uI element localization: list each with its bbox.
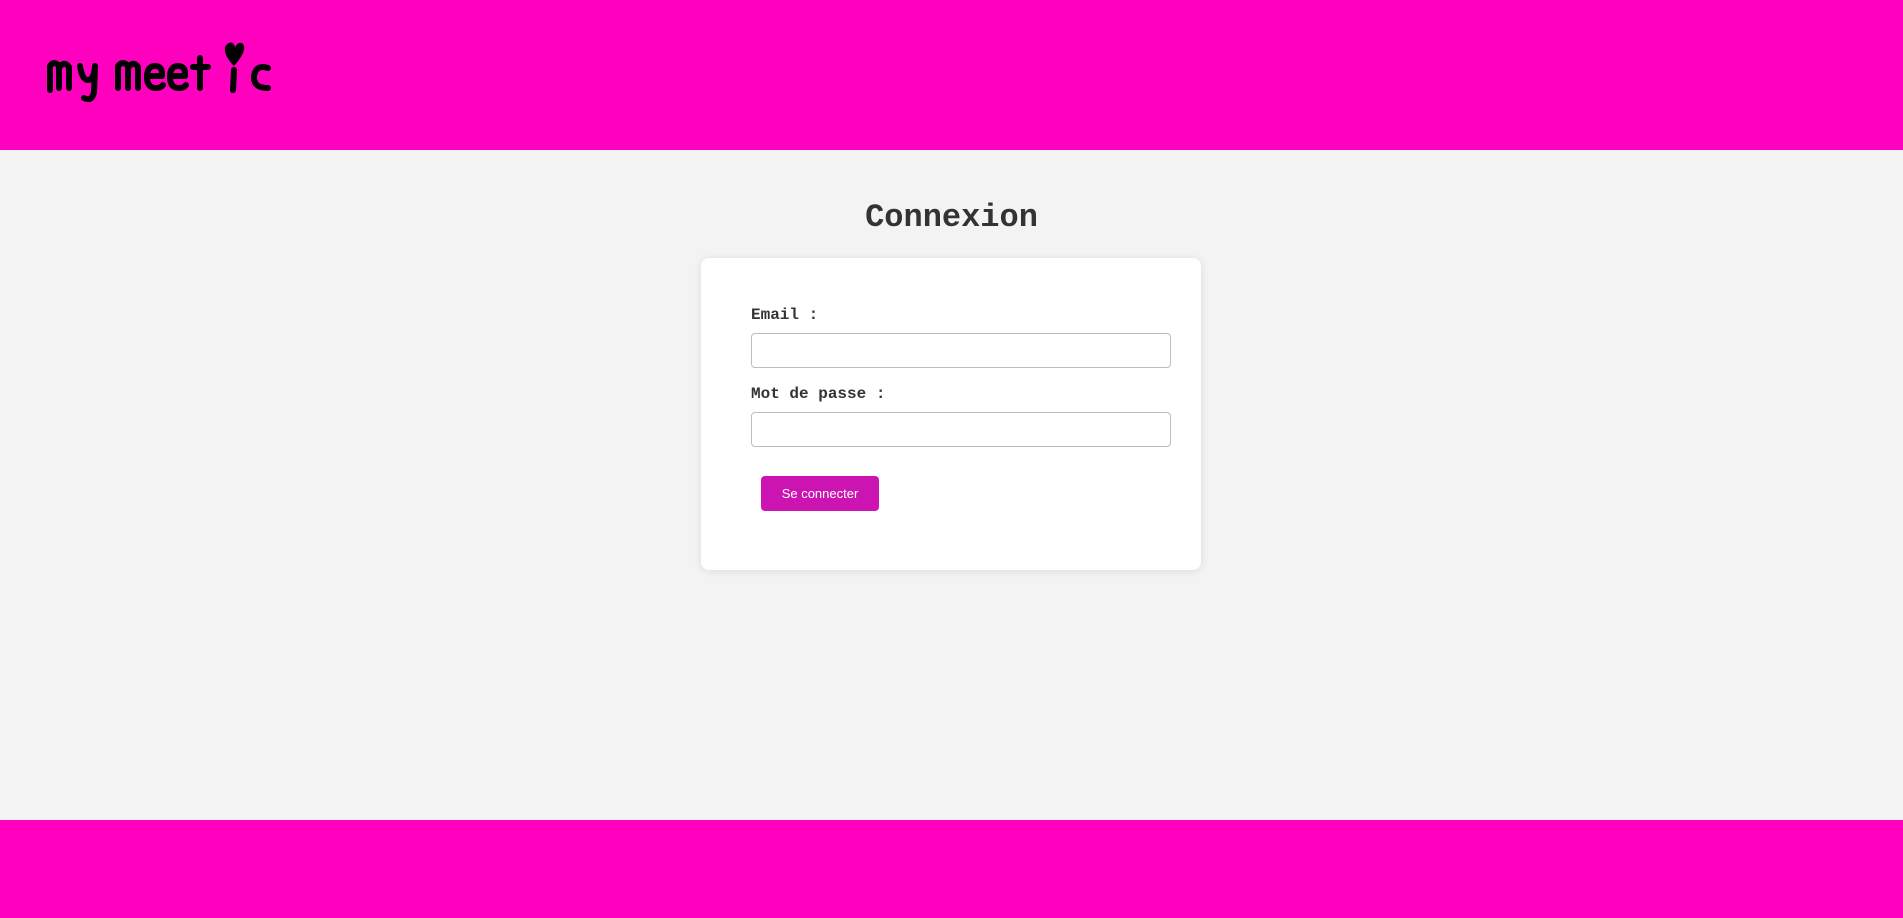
site-footer (0, 820, 1903, 918)
login-button[interactable]: Se connecter (761, 476, 879, 511)
site-logo[interactable] (44, 36, 276, 104)
password-field[interactable] (751, 412, 1171, 447)
email-label: Email : (751, 306, 819, 324)
email-field[interactable] (751, 333, 1171, 368)
logo-mark (47, 42, 271, 103)
main-content: Connexion Email : Mot de passe : Se conn… (0, 150, 1903, 820)
login-form: Email : Mot de passe : Se connecter (701, 258, 1201, 570)
page-title: Connexion (865, 199, 1038, 236)
password-label: Mot de passe : (751, 385, 886, 403)
site-header (0, 0, 1903, 150)
